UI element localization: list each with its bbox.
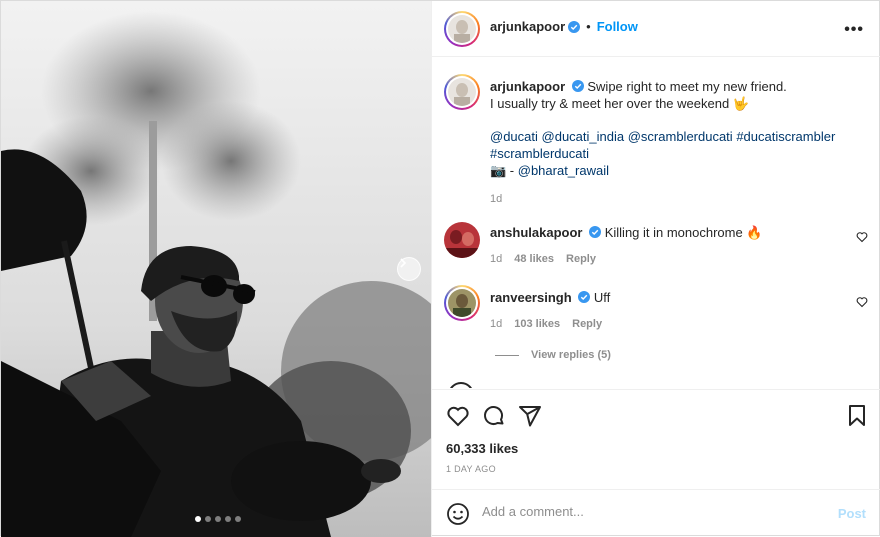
post-dialog: arjunkapoor • Follow ••• arjunkapoor Swi… [0, 0, 880, 537]
emoji-icon[interactable] [446, 502, 470, 529]
commenter-avatar[interactable] [448, 382, 474, 388]
verified-icon [589, 225, 602, 238]
view-replies-button[interactable]: View replies (5) [495, 349, 611, 361]
comment-likes[interactable]: 48 likes [514, 253, 554, 265]
verified-icon [568, 20, 581, 33]
add-comment-bar: Post [432, 489, 880, 537]
follow-button[interactable]: Follow [597, 19, 638, 34]
carousel-indicator [195, 516, 241, 522]
caption-username[interactable]: arjunkapoor [490, 79, 565, 94]
comment-like-heart-icon[interactable] [856, 296, 868, 311]
comments-list[interactable]: arjunkapoor Swipe right to meet my new f… [432, 58, 880, 388]
comment-like-heart-icon[interactable] [856, 231, 868, 246]
carousel-dot [235, 516, 241, 522]
caption-avatar[interactable] [444, 74, 480, 110]
more-options-icon[interactable]: ••• [844, 21, 864, 39]
comment-input[interactable] [482, 504, 822, 519]
post-comment-button[interactable]: Post [838, 506, 866, 521]
replies-divider [495, 354, 519, 356]
post-timestamp: 1 DAY AGO [446, 464, 496, 474]
view-replies-label: View replies (5) [531, 349, 611, 361]
commenter-avatar[interactable] [444, 222, 480, 258]
like-heart-icon[interactable] [446, 404, 470, 431]
reply-button[interactable]: Reply [566, 253, 596, 265]
comment-username[interactable]: anshulakapoor [490, 225, 582, 240]
tag-link[interactable]: @ducati_india [542, 129, 625, 144]
commenter-avatar[interactable] [444, 285, 480, 321]
comment-text: Uff [593, 290, 611, 305]
verified-icon [578, 290, 591, 303]
author-username[interactable]: arjunkapoor [490, 19, 565, 34]
reply-button[interactable]: Reply [572, 318, 602, 330]
post-actions: 60,333 likes 1 DAY AGO [432, 389, 880, 489]
comment-icon[interactable] [482, 404, 506, 431]
carousel-dot [225, 516, 231, 522]
tag-link[interactable]: @scramblerducati [628, 129, 733, 144]
comment-text: Killing it in monochrome 🔥 [604, 225, 763, 240]
tag-link[interactable]: @ducati [490, 129, 538, 144]
comment-age: 1d [490, 253, 503, 265]
comment-age: 1d [490, 318, 503, 330]
bookmark-icon[interactable] [846, 404, 868, 431]
share-icon[interactable] [518, 404, 542, 431]
hashtag-link[interactable]: #scramblerducati [490, 146, 589, 161]
next-slide-button[interactable] [397, 257, 421, 281]
separator-dot: • [586, 19, 591, 34]
carousel-dot [215, 516, 221, 522]
camera-credit-prefix: 📷 - [490, 163, 518, 178]
comment-likes[interactable]: 103 likes [514, 318, 560, 330]
caption-line-2: I usually try & meet her over the weeken… [490, 96, 749, 111]
post-header: arjunkapoor • Follow ••• [432, 1, 880, 57]
carousel-dot [205, 516, 211, 522]
carousel-dot [195, 516, 201, 522]
caption-line-1: Swipe right to meet my new friend. [587, 79, 787, 94]
photo-credit-link[interactable]: @bharat_rawail [518, 163, 609, 178]
post-caption: arjunkapoor Swipe right to meet my new f… [490, 78, 850, 208]
likes-count[interactable]: 60,333 likes [446, 441, 518, 456]
comment-username[interactable]: ranveersingh [490, 290, 572, 305]
monochrome-photo [1, 1, 431, 537]
post-details-panel: arjunkapoor • Follow ••• arjunkapoor Swi… [431, 1, 880, 537]
verified-icon [571, 79, 584, 92]
caption-timestamp: 1d [490, 193, 503, 205]
post-photo[interactable] [1, 1, 431, 537]
hashtag-link[interactable]: #ducatiscrambler [736, 129, 835, 144]
author-avatar[interactable] [444, 11, 480, 47]
